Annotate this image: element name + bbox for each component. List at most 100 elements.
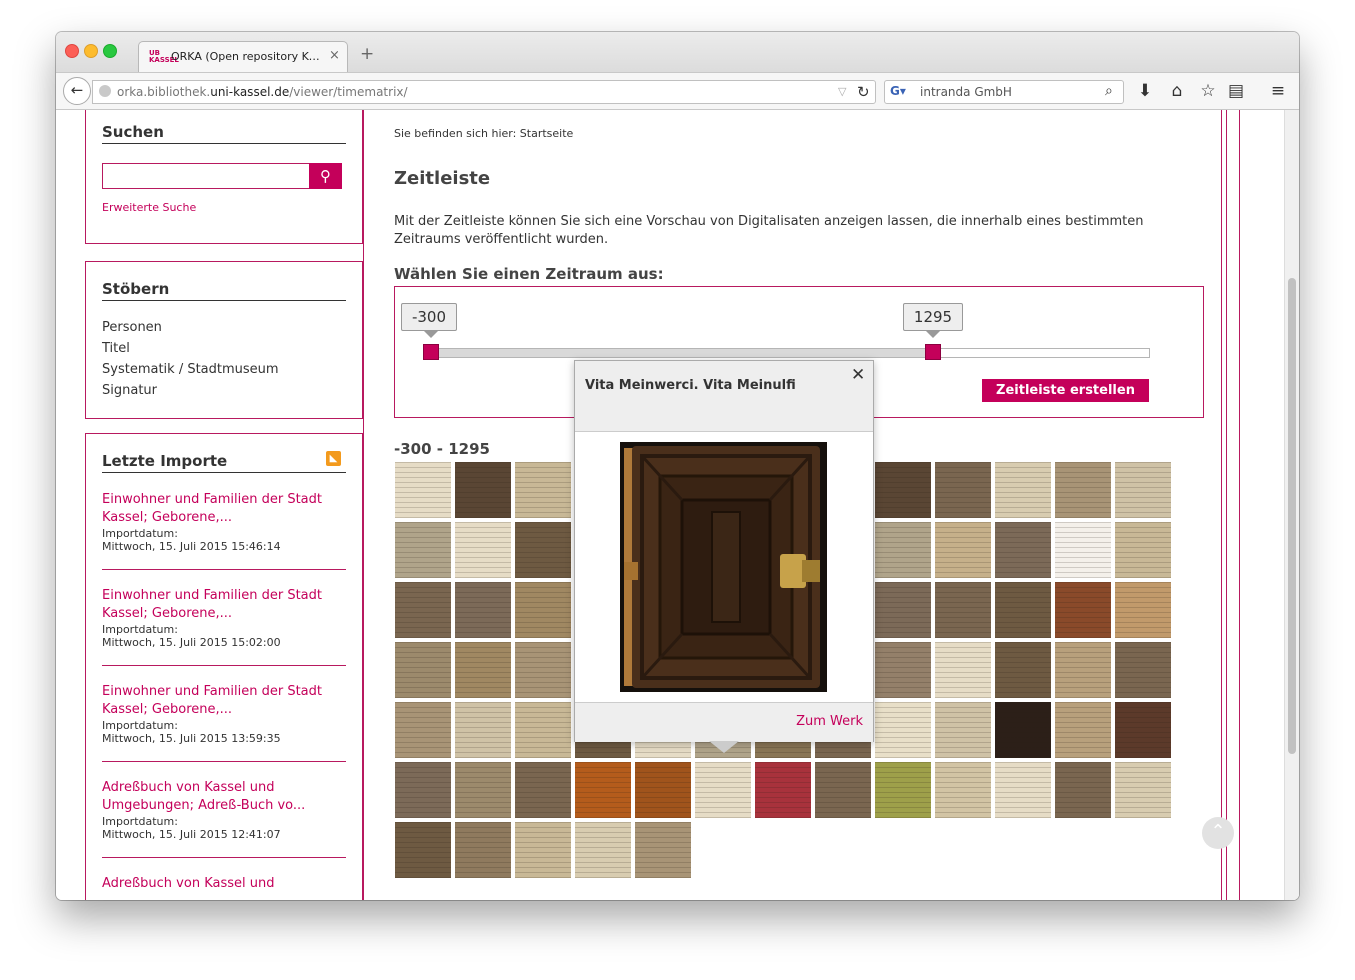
tab-close-icon[interactable]: × bbox=[329, 48, 340, 63]
thumbnail-item[interactable] bbox=[574, 821, 632, 879]
browse-item-systematik[interactable]: Systematik / Stadtmuseum bbox=[102, 362, 279, 377]
reload-icon[interactable]: ↻ bbox=[857, 83, 870, 101]
thumbnail-item[interactable] bbox=[514, 461, 572, 519]
book-cover-image[interactable] bbox=[620, 442, 827, 692]
thumbnail-item[interactable] bbox=[394, 701, 452, 759]
browse-item-personen[interactable]: Personen bbox=[102, 320, 162, 335]
search-engine-icon[interactable]: G▾ bbox=[890, 84, 906, 98]
thumbnail-item[interactable] bbox=[514, 761, 572, 819]
thumbnail-item[interactable] bbox=[454, 821, 512, 879]
import-entry[interactable]: Adreßbuch von Kassel und bbox=[102, 875, 346, 900]
thumbnail-item[interactable] bbox=[874, 641, 932, 699]
thumbnail-item[interactable] bbox=[514, 581, 572, 639]
thumbnail-item[interactable] bbox=[934, 761, 992, 819]
search-icon[interactable]: ⌕ bbox=[1105, 83, 1113, 99]
thumbnail-item[interactable] bbox=[574, 761, 632, 819]
thumbnail-item[interactable] bbox=[874, 761, 932, 819]
vertical-scrollbar-thumb[interactable] bbox=[1288, 278, 1296, 754]
thumbnail-item[interactable] bbox=[1114, 701, 1172, 759]
import-title[interactable]: Einwohner und Familien der Stadt Kassel;… bbox=[102, 491, 346, 527]
thumbnail-item[interactable] bbox=[634, 821, 692, 879]
thumbnail-item[interactable] bbox=[454, 701, 512, 759]
thumbnail-item[interactable] bbox=[1114, 761, 1172, 819]
search-button[interactable]: ⚲ bbox=[309, 163, 342, 189]
url-bar[interactable]: orka.bibliothek.uni-kassel.de/viewer/tim… bbox=[92, 80, 876, 104]
thumbnail-item[interactable] bbox=[514, 701, 572, 759]
browser-search-bar[interactable]: G▾ intranda GmbH ⌕ bbox=[884, 80, 1124, 104]
import-entry[interactable]: Adreßbuch von Kassel und Umgebungen; Adr… bbox=[102, 779, 346, 858]
import-title[interactable]: Adreßbuch von Kassel und Umgebungen; Adr… bbox=[102, 779, 346, 815]
thumbnail-item[interactable] bbox=[1114, 641, 1172, 699]
thumbnail-item[interactable] bbox=[1114, 521, 1172, 579]
thumbnail-item[interactable] bbox=[934, 641, 992, 699]
thumbnail-item[interactable] bbox=[454, 581, 512, 639]
reading-list-icon[interactable]: ▤ bbox=[1224, 79, 1248, 103]
thumbnail-item[interactable] bbox=[1114, 581, 1172, 639]
search-input[interactable] bbox=[102, 163, 310, 189]
history-dropdown-icon[interactable]: ▽ bbox=[838, 85, 846, 98]
thumbnail-item[interactable] bbox=[394, 821, 452, 879]
thumbnail-item[interactable] bbox=[394, 761, 452, 819]
thumbnail-item[interactable] bbox=[994, 521, 1052, 579]
new-tab-icon[interactable]: + bbox=[360, 46, 374, 63]
import-title[interactable]: Einwohner und Familien der Stadt Kassel;… bbox=[102, 683, 346, 719]
thumbnail-item[interactable] bbox=[514, 641, 572, 699]
thumbnail-item[interactable] bbox=[1054, 641, 1112, 699]
thumbnail-item[interactable] bbox=[934, 581, 992, 639]
import-entry[interactable]: Einwohner und Familien der Stadt Kassel;… bbox=[102, 491, 346, 570]
thumbnail-item[interactable] bbox=[1054, 581, 1112, 639]
thumbnail-item[interactable] bbox=[454, 641, 512, 699]
thumbnail-item[interactable] bbox=[934, 701, 992, 759]
slider-min-handle[interactable] bbox=[423, 344, 439, 360]
thumbnail-item[interactable] bbox=[394, 581, 452, 639]
thumbnail-item[interactable] bbox=[874, 521, 932, 579]
thumbnail-item[interactable] bbox=[454, 461, 512, 519]
thumbnail-item[interactable] bbox=[514, 521, 572, 579]
thumbnail-item[interactable] bbox=[394, 461, 452, 519]
import-title[interactable]: Einwohner und Familien der Stadt Kassel;… bbox=[102, 587, 346, 623]
import-entry[interactable]: Einwohner und Familien der Stadt Kassel;… bbox=[102, 683, 346, 762]
thumbnail-item[interactable] bbox=[934, 521, 992, 579]
menu-icon[interactable]: ≡ bbox=[1266, 79, 1290, 103]
browse-item-signatur[interactable]: Signatur bbox=[102, 383, 157, 398]
rss-feed-icon[interactable]: ◣ bbox=[326, 451, 341, 466]
thumbnail-item[interactable] bbox=[994, 641, 1052, 699]
scroll-to-top-icon[interactable]: ⌃ bbox=[1202, 817, 1234, 849]
thumbnail-item[interactable] bbox=[1054, 701, 1112, 759]
thumbnail-item[interactable] bbox=[454, 761, 512, 819]
close-window-button[interactable] bbox=[65, 44, 79, 58]
thumbnail-item[interactable] bbox=[394, 521, 452, 579]
download-icon[interactable]: ⬇ bbox=[1133, 79, 1157, 103]
import-title[interactable]: Adreßbuch von Kassel und bbox=[102, 875, 346, 893]
zoom-window-button[interactable] bbox=[103, 44, 117, 58]
thumbnail-item[interactable] bbox=[454, 521, 512, 579]
minimize-window-button[interactable] bbox=[84, 44, 98, 58]
thumbnail-item[interactable] bbox=[934, 461, 992, 519]
browser-tab[interactable]: UB KASSEL ORKA (Open repository Kas… × bbox=[138, 41, 348, 72]
import-entry[interactable]: Einwohner und Familien der Stadt Kassel;… bbox=[102, 587, 346, 666]
thumbnail-item[interactable] bbox=[1054, 521, 1112, 579]
back-arrow-icon[interactable]: ← bbox=[63, 77, 91, 105]
thumbnail-item[interactable] bbox=[694, 761, 752, 819]
thumbnail-item[interactable] bbox=[754, 761, 812, 819]
bookmark-star-icon[interactable]: ☆ bbox=[1196, 79, 1220, 103]
home-icon[interactable]: ⌂ bbox=[1165, 79, 1189, 103]
thumbnail-item[interactable] bbox=[394, 641, 452, 699]
thumbnail-item[interactable] bbox=[994, 461, 1052, 519]
thumbnail-item[interactable] bbox=[1054, 761, 1112, 819]
browse-item-titel[interactable]: Titel bbox=[102, 341, 130, 356]
thumbnail-item[interactable] bbox=[1114, 461, 1172, 519]
close-icon[interactable]: ✕ bbox=[851, 365, 865, 385]
thumbnail-item[interactable] bbox=[874, 461, 932, 519]
thumbnail-item[interactable] bbox=[874, 581, 932, 639]
open-work-link[interactable]: Zum Werk bbox=[796, 714, 863, 729]
thumbnail-item[interactable] bbox=[994, 701, 1052, 759]
thumbnail-item[interactable] bbox=[994, 581, 1052, 639]
thumbnail-item[interactable] bbox=[994, 761, 1052, 819]
slider-max-handle[interactable] bbox=[925, 344, 941, 360]
thumbnail-item[interactable] bbox=[514, 821, 572, 879]
thumbnail-item[interactable] bbox=[634, 761, 692, 819]
thumbnail-item[interactable] bbox=[814, 761, 872, 819]
create-timeline-button[interactable]: Zeitleiste erstellen bbox=[982, 379, 1149, 402]
slider-track[interactable] bbox=[432, 348, 1150, 358]
